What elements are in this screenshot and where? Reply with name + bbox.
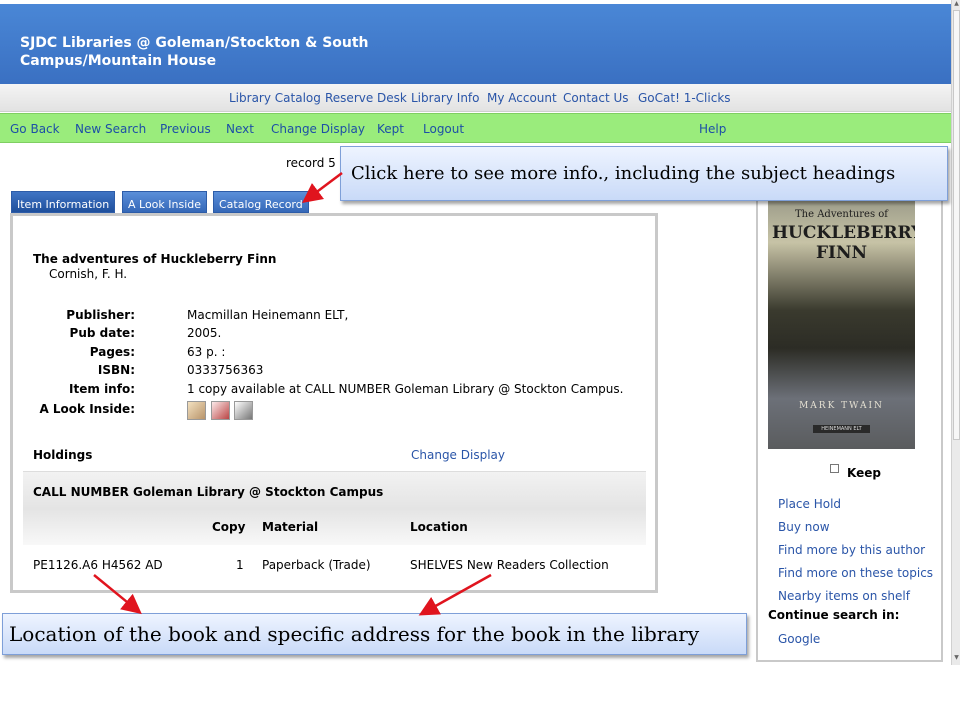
previous-link[interactable]: Previous (160, 122, 211, 136)
tab-catalog-record[interactable]: Catalog Record (213, 191, 309, 213)
holding-location: SHELVES New Readers Collection (410, 558, 609, 572)
scrollbar-thumb[interactable] (953, 10, 960, 440)
holding-material: Paperback (Trade) (262, 558, 371, 572)
nav-library-info[interactable]: Library Info (411, 91, 479, 105)
publisher-label: Publisher: (66, 308, 135, 322)
column-copy: Copy (212, 520, 246, 534)
holding-call-number: PE1126.A6 H4562 AD (33, 558, 163, 572)
holdings-heading: Holdings (33, 448, 93, 462)
tab-item-information[interactable]: Item Information (11, 191, 116, 213)
continue-search-label: Continue search in: (768, 608, 900, 622)
call-number-heading: CALL NUMBER Goleman Library @ Stockton C… (33, 485, 384, 499)
next-link[interactable]: Next (226, 122, 254, 136)
site-title: SJDC Libraries @ Goleman/Stockton & Sout… (20, 35, 369, 69)
record-counter: record 5 o (286, 156, 347, 170)
nav-reserve-desk[interactable]: Reserve Desk (325, 91, 407, 105)
holding-copy: 1 (236, 558, 244, 572)
catalog-record-callout: Click here to see more info., including … (340, 146, 948, 201)
keep-checkbox[interactable] (830, 464, 839, 473)
google-link[interactable]: Google (778, 632, 820, 646)
logout-link[interactable]: Logout (423, 122, 464, 136)
column-location: Location (410, 520, 468, 534)
keep-label: Keep (847, 466, 881, 480)
go-back-link[interactable]: Go Back (10, 122, 60, 136)
item-info-value: 1 copy available at CALL NUMBER Goleman … (187, 382, 624, 396)
book-author[interactable]: Cornish, F. H. (49, 267, 127, 281)
look-inside-book-icon[interactable] (234, 401, 253, 420)
pub-date-value: 2005. (187, 326, 222, 340)
location-callout: Location of the book and specific addres… (2, 613, 747, 655)
find-by-author-link[interactable]: Find more by this author (778, 543, 925, 557)
vertical-scrollbar[interactable]: ▲ ▼ (951, 0, 960, 665)
nav-contact-us[interactable]: Contact Us (563, 91, 629, 105)
scroll-up-icon[interactable]: ▲ (952, 0, 960, 7)
cover-author: MARK TWAIN (799, 401, 884, 411)
scroll-down-icon[interactable]: ▼ (952, 654, 960, 661)
top-navigation: Library Catalog Reserve Desk Library Inf… (0, 84, 951, 112)
new-search-link[interactable]: New Search (75, 122, 146, 136)
change-display-link[interactable]: Change Display (271, 122, 365, 136)
find-by-topics-link[interactable]: Find more on these topics (778, 566, 933, 580)
call-number-bar: CALL NUMBER Goleman Library @ Stockton C… (23, 471, 646, 509)
nav-gocat-1-clicks[interactable]: GoCat! 1-Clicks (638, 91, 731, 105)
holdings-column-headers: Copy Material Location (23, 509, 646, 545)
site-header: SJDC Libraries @ Goleman/Stockton & Sout… (0, 4, 951, 84)
look-inside-label: A Look Inside: (39, 402, 135, 416)
nav-my-account[interactable]: My Account (487, 91, 557, 105)
item-information-panel: The adventures of Huckleberry Finn Corni… (10, 213, 658, 593)
tab-a-look-inside[interactable]: A Look Inside (122, 191, 208, 213)
item-info-label: Item info: (69, 382, 135, 396)
publisher-value: Macmillan Heinemann ELT, (187, 308, 349, 322)
pub-date-label: Pub date: (69, 326, 135, 340)
column-material: Material (262, 520, 319, 534)
isbn-value: 0333756363 (187, 363, 264, 377)
book-title: The adventures of Huckleberry Finn (33, 252, 277, 266)
pages-label: Pages: (89, 345, 135, 359)
cover-title: HUCKLEBERRY FINN (772, 223, 915, 263)
kept-link[interactable]: Kept (377, 122, 404, 136)
place-hold-link[interactable]: Place Hold (778, 497, 841, 511)
look-inside-author-icon[interactable] (187, 401, 206, 420)
action-navigation: Go Back New Search Previous Next Change … (0, 113, 951, 143)
item-sidebar: The Adventures of HUCKLEBERRY FINN MARK … (756, 170, 943, 662)
catalog-page: SJDC Libraries @ Goleman/Stockton & Sout… (0, 0, 951, 720)
look-inside-reviews-icon[interactable] (211, 401, 230, 420)
nearby-items-link[interactable]: Nearby items on shelf (778, 589, 910, 603)
cover-subtitle: The Adventures of (794, 209, 889, 220)
isbn-label: ISBN: (97, 363, 135, 377)
buy-now-link[interactable]: Buy now (778, 520, 830, 534)
pages-value: 63 p. : (187, 345, 226, 359)
cover-publisher: HEINEMANN ELT (813, 425, 870, 433)
nav-library-catalog[interactable]: Library Catalog (229, 91, 321, 105)
holdings-change-display-link[interactable]: Change Display (411, 448, 505, 462)
book-cover-image: The Adventures of HUCKLEBERRY FINN MARK … (768, 197, 915, 449)
help-link[interactable]: Help (699, 122, 726, 136)
